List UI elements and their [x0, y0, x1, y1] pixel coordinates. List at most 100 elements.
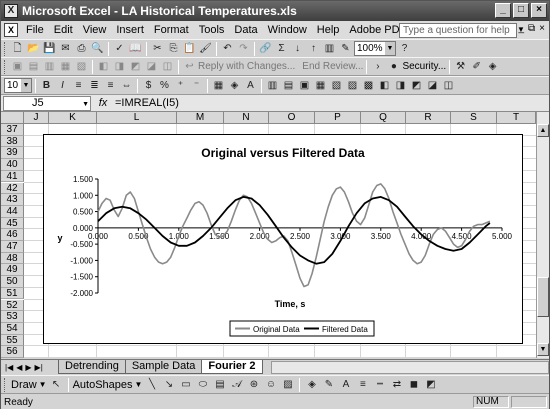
fill-color-icon[interactable]: ◈ — [227, 78, 242, 93]
row-header[interactable]: 37 — [1, 124, 24, 136]
align-center-icon[interactable]: ≣ — [87, 78, 102, 93]
chart-icon-12[interactable]: ◫ — [441, 78, 456, 93]
chart-icon-11[interactable]: ◪ — [425, 78, 440, 93]
borders-icon[interactable]: ▦ — [211, 78, 226, 93]
chevron-right-icon[interactable]: › — [370, 59, 385, 74]
italic-button[interactable]: I — [55, 78, 70, 93]
autoshapes-button[interactable]: AutoShapes — [73, 379, 133, 391]
row-header[interactable]: 42 — [1, 182, 24, 195]
oval-icon[interactable]: ⬭ — [195, 377, 210, 392]
row-header[interactable]: 44 — [1, 205, 24, 218]
percent-button[interactable]: % — [157, 78, 172, 93]
excel-icon[interactable]: X — [4, 4, 18, 18]
workbook-icon[interactable]: X — [4, 23, 18, 37]
end-review-button[interactable]: End Review... — [302, 61, 363, 72]
save-icon[interactable]: 💾 — [42, 41, 57, 56]
workbook-minimize-button[interactable]: _ — [518, 23, 524, 34]
textbox-icon[interactable]: ▤ — [212, 377, 227, 392]
menu-file[interactable]: File — [21, 24, 49, 36]
select-objects-icon[interactable]: ↖ — [49, 377, 64, 392]
picture-icon[interactable]: ▨ — [280, 377, 295, 392]
3d-icon[interactable]: ◩ — [423, 377, 438, 392]
menu-insert[interactable]: Insert — [111, 24, 149, 36]
decrease-decimal-icon[interactable]: ⁻ — [189, 78, 204, 93]
rectangle-icon[interactable]: ▭ — [178, 377, 193, 392]
sort-descending-icon[interactable]: ↑ — [306, 41, 321, 56]
sheet-tab-detrending[interactable]: Detrending — [58, 360, 126, 374]
menu-window[interactable]: Window — [263, 24, 312, 36]
column-header[interactable]: R — [406, 112, 451, 124]
menu-edit[interactable]: Edit — [49, 24, 78, 36]
chart-icon-8[interactable]: ◧ — [377, 78, 392, 93]
column-header[interactable]: P — [315, 112, 361, 124]
review-icon-7[interactable]: ◨ — [112, 59, 127, 74]
align-right-icon[interactable]: ≡ — [103, 78, 118, 93]
toolbar-grip[interactable] — [4, 41, 7, 56]
increase-decimal-icon[interactable]: ⁺ — [173, 78, 188, 93]
undo-icon[interactable]: ↶ — [220, 41, 235, 56]
row-header[interactable]: 49 — [1, 264, 24, 277]
sheet-tab-fourier-2[interactable]: Fourier 2 — [201, 360, 263, 374]
permission-icon[interactable]: ✉ — [58, 41, 73, 56]
row-header[interactable]: 40 — [1, 159, 24, 171]
column-header[interactable]: N — [224, 112, 269, 124]
chart-icon-9[interactable]: ◨ — [393, 78, 408, 93]
chart-icon-1[interactable]: ▥ — [265, 78, 280, 93]
arrow-icon[interactable]: ↘ — [161, 377, 176, 392]
spelling-icon[interactable]: ✓ — [112, 41, 127, 56]
column-header[interactable]: M — [177, 112, 224, 124]
chart-icon-3[interactable]: ▣ — [297, 78, 312, 93]
row-header[interactable]: 43 — [1, 194, 24, 206]
line-color-icon[interactable]: ✎ — [321, 377, 336, 392]
toolbar-grip-2[interactable] — [4, 59, 7, 74]
font-color-icon[interactable]: A — [338, 377, 353, 392]
visual-basic-icon[interactable]: ◈ — [485, 59, 500, 74]
close-button[interactable]: × — [531, 3, 547, 18]
chart-icon-4[interactable]: ▦ — [313, 78, 328, 93]
chart-object[interactable]: Original versus Filtered Data y Time, s … — [43, 134, 523, 344]
chart-icon-2[interactable]: ▤ — [281, 78, 296, 93]
maximize-button[interactable]: □ — [513, 3, 529, 18]
clipart-icon[interactable]: ☺ — [263, 377, 278, 392]
hyperlink-icon[interactable]: 🔗 — [258, 41, 273, 56]
review-icon-3[interactable]: ▥ — [42, 59, 57, 74]
formula-input[interactable]: =IMREAL(I5) — [115, 97, 179, 109]
review-icon-9[interactable]: ◪ — [144, 59, 159, 74]
horizontal-scrollbar[interactable] — [270, 360, 549, 374]
chart-icon-10[interactable]: ◩ — [409, 78, 424, 93]
review-icon-6[interactable]: ◧ — [96, 59, 111, 74]
review-icon-10[interactable]: ◫ — [160, 59, 175, 74]
shadow-icon[interactable]: ◼ — [406, 377, 421, 392]
security-button[interactable]: Security... — [402, 61, 446, 72]
sort-ascending-icon[interactable]: ↓ — [290, 41, 305, 56]
row-header[interactable]: 54 — [1, 322, 24, 335]
redo-icon[interactable]: ↷ — [236, 41, 251, 56]
autosum-icon[interactable]: Σ — [274, 41, 289, 56]
format-painter-icon[interactable]: 🖌 — [198, 41, 213, 56]
row-header[interactable]: 52 — [1, 299, 24, 312]
review-icon-5[interactable]: ▧ — [74, 59, 89, 74]
research-icon[interactable]: 📖 — [128, 41, 143, 56]
line-icon[interactable]: ╲ — [144, 377, 159, 392]
draw-menu-button[interactable]: Draw — [11, 379, 37, 391]
align-left-icon[interactable]: ≡ — [71, 78, 86, 93]
toolbar-grip-3[interactable] — [4, 377, 7, 392]
column-header[interactable]: J — [24, 112, 49, 124]
menu-data[interactable]: Data — [229, 24, 262, 36]
row-header[interactable]: 56 — [1, 346, 24, 358]
print-icon[interactable]: ⎙ — [74, 41, 89, 56]
last-sheet-icon[interactable]: ▶| — [35, 363, 43, 372]
chevron-down-icon[interactable]: ▼ — [135, 380, 143, 389]
fill-color-icon[interactable]: ◈ — [304, 377, 319, 392]
column-header[interactable]: K — [49, 112, 97, 124]
scroll-down-icon[interactable]: ▼ — [537, 343, 549, 356]
first-sheet-icon[interactable]: |◀ — [5, 363, 13, 372]
column-header[interactable]: L — [97, 112, 177, 124]
column-header[interactable]: S — [451, 112, 497, 124]
row-header[interactable]: 50 — [1, 276, 24, 288]
review-icon-1[interactable]: ▣ — [10, 59, 25, 74]
drawing-icon[interactable]: ✎ — [338, 41, 353, 56]
chevron-down-icon[interactable]: ▼ — [39, 380, 47, 389]
column-header[interactable]: T — [497, 112, 536, 124]
diagram-icon[interactable]: ⊛ — [246, 377, 261, 392]
